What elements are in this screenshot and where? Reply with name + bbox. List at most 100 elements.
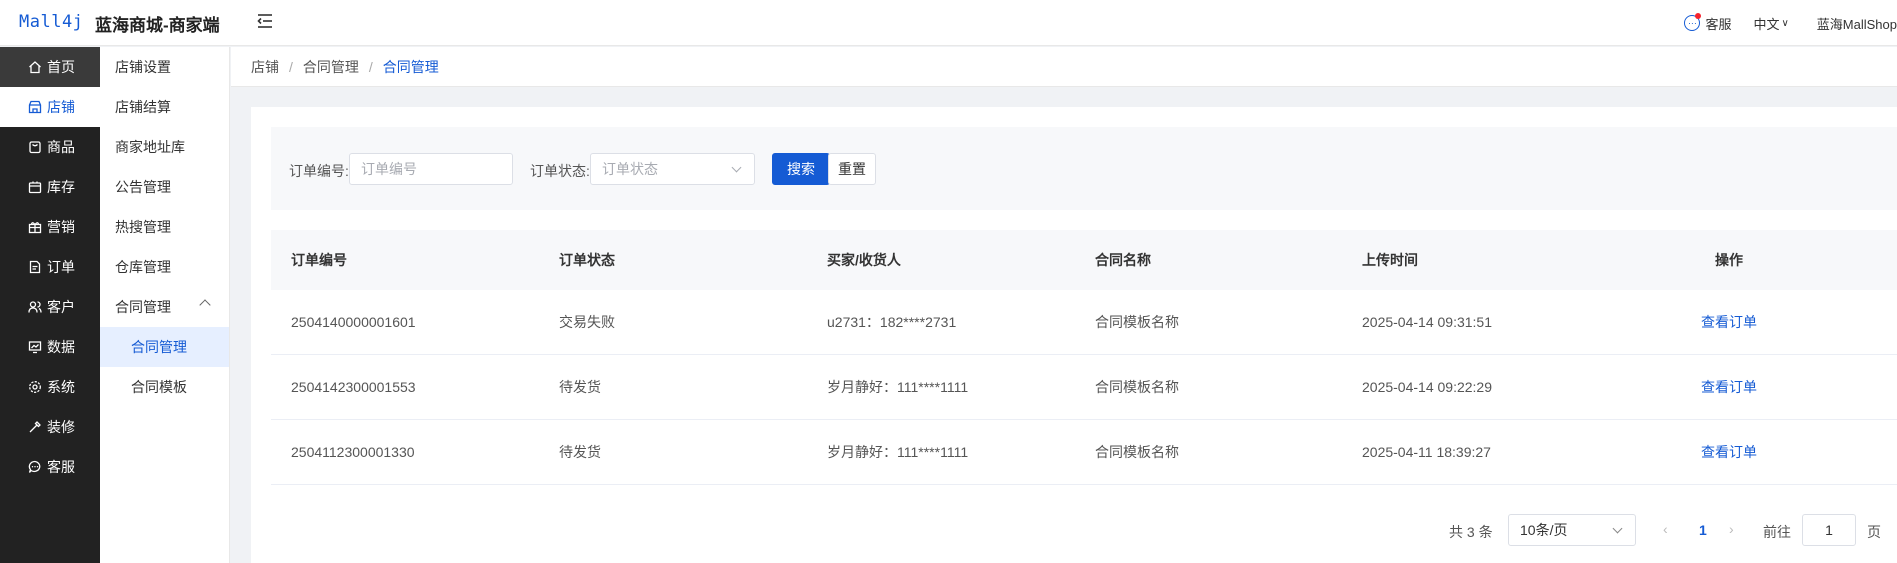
subnav-group-contracts[interactable]: 合同管理 xyxy=(100,287,229,327)
order-no-label: 订单编号: xyxy=(289,163,349,179)
view-order-link[interactable]: 查看订单 xyxy=(1609,312,1849,332)
sidebar-item-label: 商品 xyxy=(47,139,75,155)
next-page-icon[interactable]: › xyxy=(1729,521,1734,537)
upload-time-cell: 2025-04-14 09:22:29 xyxy=(1362,379,1492,395)
top-bar: Mall4j 蓝海商城-商家端 ··· 客服 中文 ∨ 蓝海MallShop xyxy=(0,0,1897,46)
sidebar-item-marketing[interactable]: 营销 xyxy=(0,207,100,247)
view-order-link[interactable]: 查看订单 xyxy=(1609,442,1849,462)
subnav-item-shop-settings[interactable]: 店铺设置 xyxy=(100,47,229,87)
chevron-up-icon xyxy=(199,299,211,311)
subnav-item-address-library[interactable]: 商家地址库 xyxy=(100,127,229,167)
subnav-item-contract-templates[interactable]: 合同模板 xyxy=(100,367,229,407)
buyer-cell: u2731：182****2731 xyxy=(827,314,957,330)
chevron-down-icon xyxy=(1612,523,1623,534)
chevron-down-icon xyxy=(731,162,742,173)
customer-icon xyxy=(28,301,42,313)
home-icon xyxy=(29,61,41,74)
sidebar-item-shop[interactable]: 店铺 xyxy=(0,87,100,127)
sidebar-item-label: 首页 xyxy=(47,59,75,75)
breadcrumb-separator: / xyxy=(368,58,373,75)
order-icon xyxy=(29,260,41,274)
goto-label: 前往 xyxy=(1763,524,1791,540)
sidebar-item-support[interactable]: 客服 xyxy=(0,447,100,487)
sidebar-item-data[interactable]: 数据 xyxy=(0,327,100,367)
sidebar-item-inventory[interactable]: 库存 xyxy=(0,167,100,207)
subnav-item-notices[interactable]: 公告管理 xyxy=(100,167,229,207)
subnav-item-hot-search[interactable]: 热搜管理 xyxy=(100,207,229,247)
data-icon xyxy=(28,341,42,354)
order-no-input[interactable] xyxy=(349,153,513,185)
menu-fold-icon[interactable] xyxy=(256,12,274,30)
table-row: 2504142300001553 待发货 岁月静好：111****1111 合同… xyxy=(271,355,1897,420)
order-status-cell: 待发货 xyxy=(559,444,601,460)
decorate-icon xyxy=(29,421,41,433)
shop-icon xyxy=(28,100,42,114)
support-label: 客服 xyxy=(1705,16,1732,32)
column-header: 买家/收货人 xyxy=(827,252,901,268)
subnav-item-contract-management[interactable]: 合同管理 xyxy=(100,327,229,367)
notification-dot xyxy=(1695,13,1702,19)
gear-icon xyxy=(29,381,41,393)
language-select[interactable]: 中文 ∨ xyxy=(1753,14,1788,33)
column-header: 上传时间 xyxy=(1362,252,1418,268)
subnav-group-label: 合同管理 xyxy=(115,299,171,315)
page-size-select[interactable]: 10条/页 xyxy=(1508,514,1636,546)
order-no-cell: 2504112300001330 xyxy=(291,444,415,460)
sidebar-item-label: 数据 xyxy=(47,339,75,355)
reset-button[interactable]: 重置 xyxy=(828,153,876,185)
sidebar-item-label: 客户 xyxy=(47,299,75,315)
column-header: 订单状态 xyxy=(559,252,615,268)
chevron-down-icon: ∨ xyxy=(1781,17,1789,29)
prev-page-icon[interactable]: ‹ xyxy=(1663,521,1668,537)
page-unit-label: 页 xyxy=(1867,524,1881,540)
main-card: 订单编号: 订单状态: 订单状态 搜索 重置 订单编号 订单状态 买家/收货人 … xyxy=(251,107,1897,563)
inventory-icon xyxy=(28,181,42,194)
breadcrumb: 店铺 / 合同管理 / 合同管理 xyxy=(231,47,1897,87)
breadcrumb-current: 合同管理 xyxy=(382,58,439,75)
page-size-value: 10条/页 xyxy=(1520,522,1568,538)
contract-name-cell: 合同模板名称 xyxy=(1095,444,1179,460)
goto-page-input[interactable] xyxy=(1802,514,1856,546)
sidebar-item-customers[interactable]: 客户 xyxy=(0,287,100,327)
column-header: 订单编号 xyxy=(291,252,347,268)
order-no-cell: 2504140000001601 xyxy=(291,314,416,330)
goods-icon xyxy=(29,141,41,154)
search-button[interactable]: 搜索 xyxy=(772,153,830,185)
breadcrumb-item[interactable]: 店铺 xyxy=(251,57,279,77)
support-button[interactable]: ··· 客服 xyxy=(1684,13,1732,33)
sidebar-item-system[interactable]: 系统 xyxy=(0,367,100,407)
sidebar-item-goods[interactable]: 商品 xyxy=(0,127,100,167)
sidebar-item-label: 订单 xyxy=(47,259,75,275)
sidebar-item-orders[interactable]: 订单 xyxy=(0,247,100,287)
order-status-cell: 待发货 xyxy=(559,379,601,395)
column-header: 合同名称 xyxy=(1095,252,1151,268)
language-label: 中文 xyxy=(1753,16,1780,32)
header-actions: ··· 客服 中文 ∨ 蓝海MallShop xyxy=(1684,0,1897,46)
order-status-cell: 交易失败 xyxy=(559,314,615,330)
sidebar-item-label: 库存 xyxy=(47,179,75,195)
app-name: 蓝海商城-商家端 xyxy=(95,16,220,35)
contract-name-cell: 合同模板名称 xyxy=(1095,379,1179,395)
view-order-link[interactable]: 查看订单 xyxy=(1609,377,1849,397)
breadcrumb-separator: / xyxy=(289,58,293,75)
logo[interactable]: Mall4j xyxy=(19,12,83,32)
page-number-current[interactable]: 1 xyxy=(1699,522,1707,538)
sidebar-item-home[interactable]: 首页 xyxy=(0,47,100,87)
sidebar-item-label: 营销 xyxy=(47,219,75,235)
sub-navigation: 店铺设置 店铺结算 商家地址库 公告管理 热搜管理 仓库管理 合同管理 合同管理… xyxy=(100,47,230,563)
breadcrumb-item[interactable]: 合同管理 xyxy=(303,57,359,77)
table-header: 订单编号 订单状态 买家/收货人 合同名称 上传时间 操作 xyxy=(271,230,1897,290)
sidebar-item-label: 装修 xyxy=(47,419,75,435)
subnav-item-warehouse[interactable]: 仓库管理 xyxy=(100,247,229,287)
shop-name[interactable]: 蓝海MallShop xyxy=(1817,14,1897,33)
buyer-cell: 岁月静好：111****1111 xyxy=(827,444,969,460)
total-count: 共 3 条 xyxy=(1449,524,1493,540)
column-header: 操作 xyxy=(1715,252,1743,268)
sidebar-item-decorate[interactable]: 装修 xyxy=(0,407,100,447)
sidebar: 首页 店铺 商品 库存 营销 订单 客户 数据 系统 装修 客服 xyxy=(0,47,100,563)
subnav-item-shop-settlement[interactable]: 店铺结算 xyxy=(100,87,229,127)
order-status-select[interactable]: 订单状态 xyxy=(590,153,755,185)
table-row: 2504140000001601 交易失败 u2731：182****2731 … xyxy=(271,290,1897,355)
order-status-label: 订单状态: xyxy=(530,163,590,179)
sidebar-item-label: 店铺 xyxy=(47,99,75,115)
